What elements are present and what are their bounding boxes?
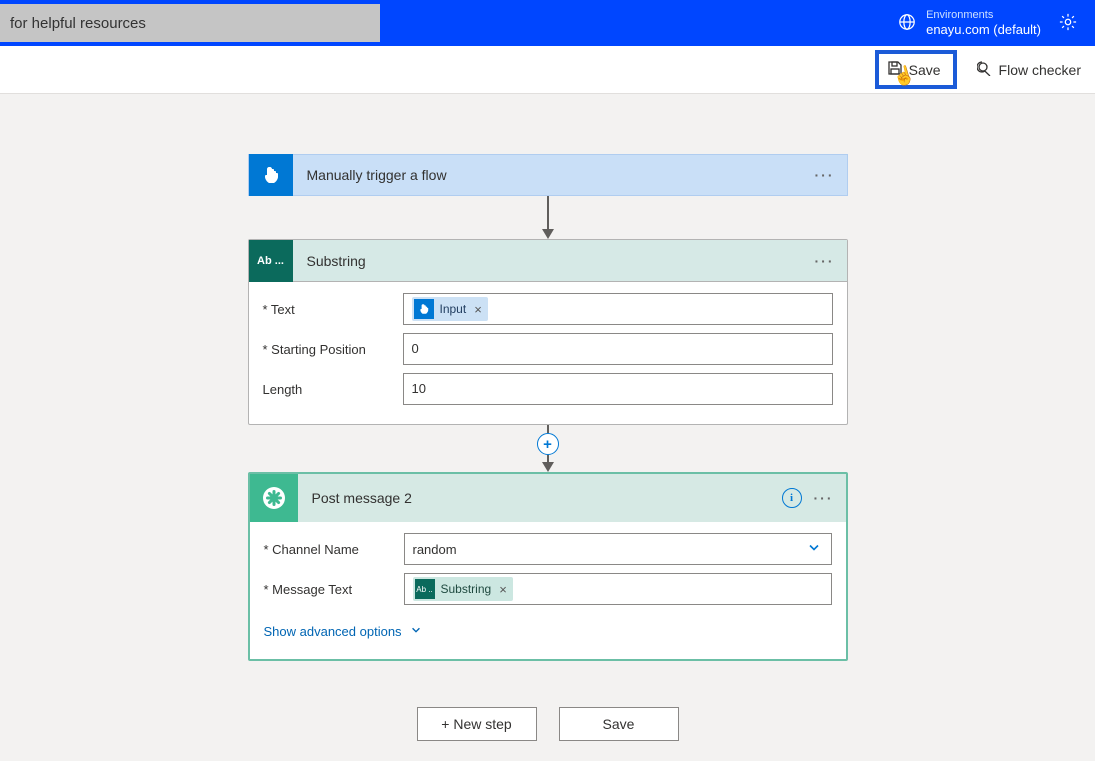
globe-icon (898, 13, 916, 34)
text-label: * Text (263, 302, 403, 317)
substring-token-icon: Ab .. (415, 579, 435, 599)
env-label: Environments (926, 9, 1041, 22)
input-token[interactable]: Input × (412, 297, 488, 321)
post-message-icon (250, 474, 298, 522)
substring-card[interactable]: Ab ... Substring ··· * Text (248, 239, 848, 425)
substring-menu[interactable]: ··· (815, 253, 835, 269)
trigger-menu[interactable]: ··· (815, 167, 835, 183)
substring-icon: Ab ... (249, 240, 293, 282)
env-name: enayu.com (default) (926, 22, 1041, 38)
save-step-button[interactable]: Save (559, 707, 679, 741)
input-token-label: Input (440, 302, 467, 316)
header-right: Environments enayu.com (default) (898, 9, 1095, 38)
save-button[interactable]: Save ☝ (875, 50, 957, 89)
length-label: Length (263, 382, 403, 397)
bottom-actions: + New step Save (417, 707, 679, 741)
save-icon (887, 60, 903, 79)
start-input[interactable]: 0 (403, 333, 833, 365)
flow-checker-button[interactable]: Flow checker (977, 60, 1081, 79)
info-icon[interactable]: i (782, 488, 802, 508)
start-label: * Starting Position (263, 342, 403, 357)
chevron-down-icon (807, 541, 821, 558)
input-token-icon (414, 299, 434, 319)
post-message-menu[interactable]: ··· (814, 490, 834, 506)
flow-checker-label: Flow checker (999, 62, 1081, 78)
channel-label: * Channel Name (264, 542, 404, 557)
flow-canvas: Manually trigger a flow ··· Ab ... Subst… (0, 94, 1095, 761)
new-step-button[interactable]: + New step (417, 707, 537, 741)
show-advanced-link[interactable]: Show advanced options (264, 610, 832, 645)
input-token-close[interactable]: × (472, 302, 482, 317)
length-input[interactable]: 10 (403, 373, 833, 405)
connector-1 (542, 196, 554, 239)
trigger-title: Manually trigger a flow (293, 167, 815, 183)
substring-title: Substring (293, 253, 815, 269)
add-step-button[interactable]: + (537, 433, 559, 455)
text-input[interactable]: Input × (403, 293, 833, 325)
substring-token-close[interactable]: × (497, 582, 507, 597)
message-text-label: * Message Text (264, 582, 404, 597)
substring-token[interactable]: Ab .. Substring × (413, 577, 513, 601)
trigger-card[interactable]: Manually trigger a flow ··· (248, 154, 848, 196)
toolbar: Save ☝ Flow checker (0, 46, 1095, 94)
connector-2: + (537, 425, 559, 472)
advanced-link-text: Show advanced options (264, 624, 402, 639)
substring-token-label: Substring (441, 582, 492, 596)
gear-icon[interactable] (1059, 13, 1077, 34)
trigger-icon (249, 154, 293, 196)
search-text: for helpful resources (10, 15, 146, 32)
chevron-down-icon (410, 624, 422, 639)
search-input[interactable]: for helpful resources (0, 4, 380, 42)
app-title-bar: for helpful resources Environments enayu… (0, 0, 1095, 46)
save-label: Save (909, 62, 941, 78)
environment-selector[interactable]: Environments enayu.com (default) (898, 9, 1041, 38)
post-message-card[interactable]: Post message 2 i ··· * Channel Name rand… (248, 472, 848, 661)
checker-icon (977, 60, 993, 79)
post-message-title: Post message 2 (298, 490, 782, 506)
message-text-input[interactable]: Ab .. Substring × (404, 573, 832, 605)
channel-dropdown[interactable]: random (404, 533, 832, 565)
channel-value: random (413, 542, 457, 557)
